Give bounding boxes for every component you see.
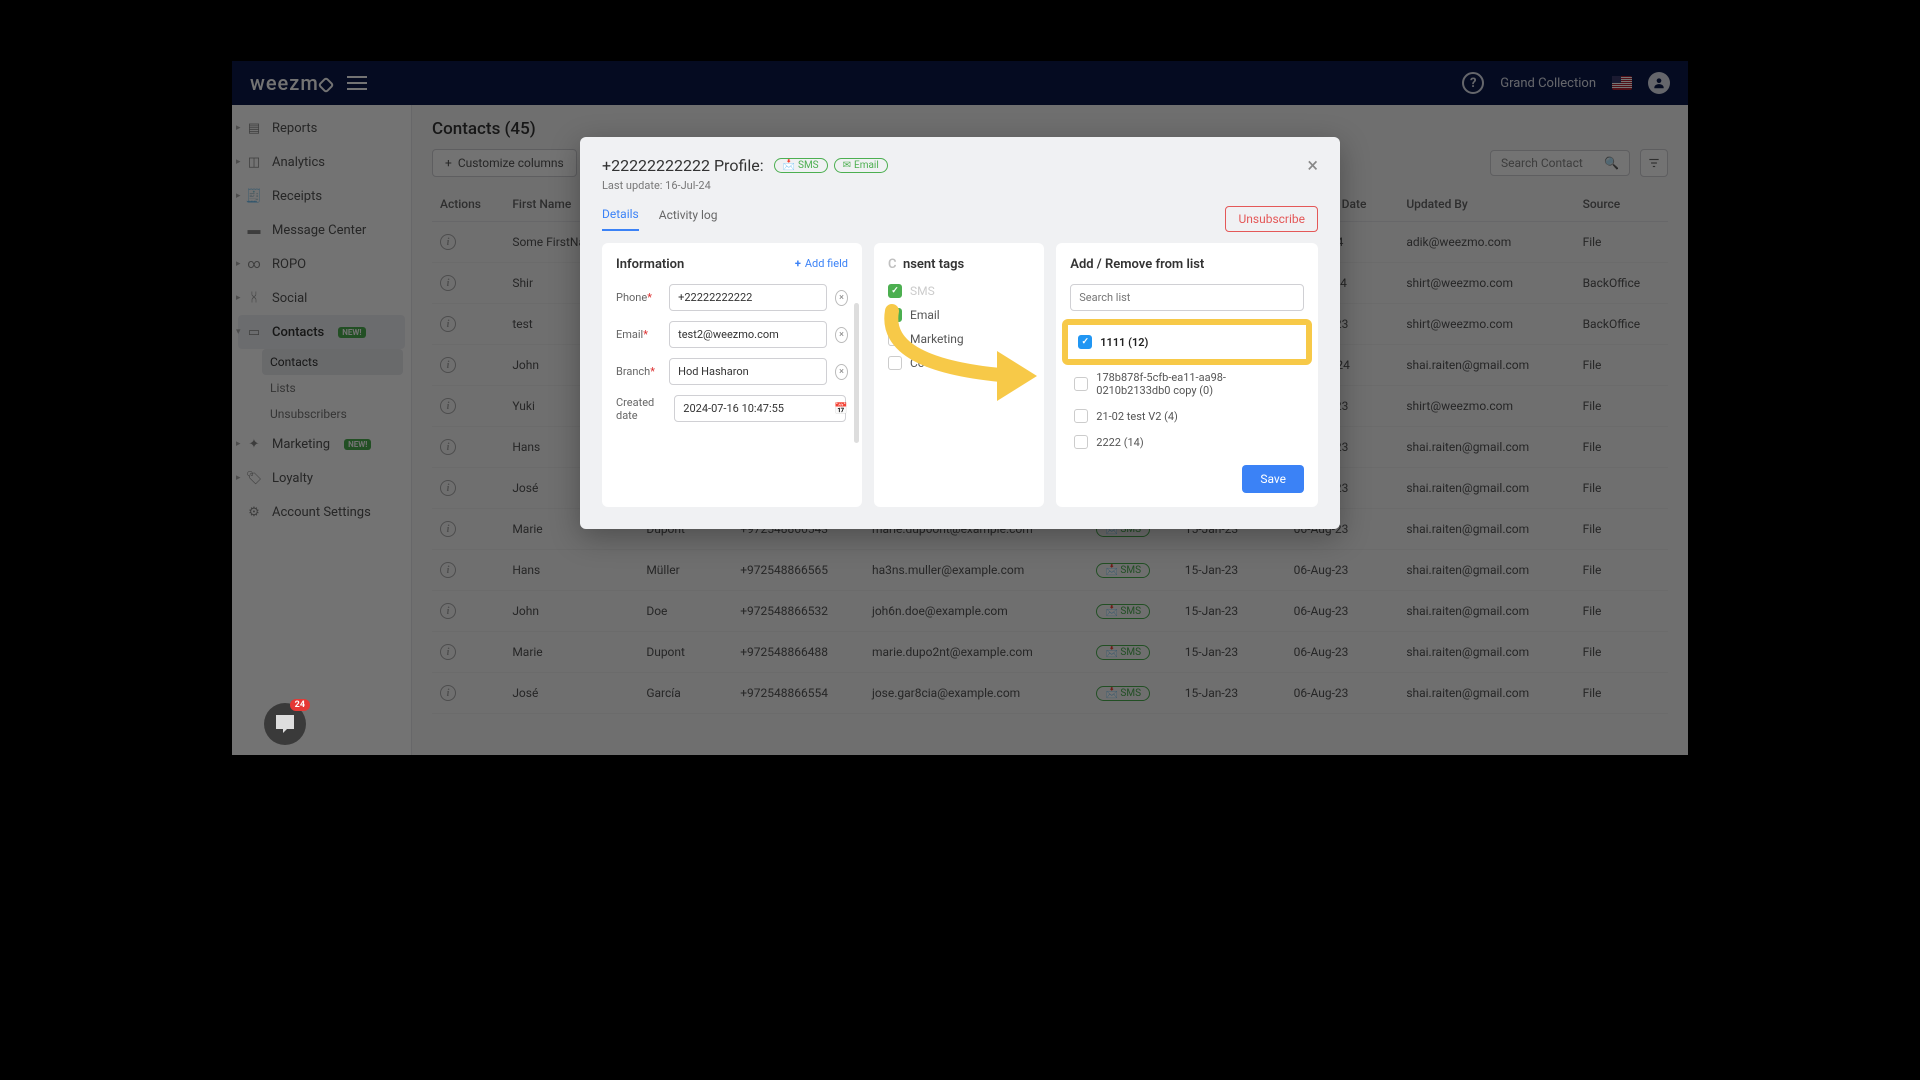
- unsubscribe-button[interactable]: Unsubscribe: [1225, 206, 1318, 232]
- clear-email-icon[interactable]: ×: [835, 327, 848, 343]
- scrollbar[interactable]: [854, 303, 859, 443]
- modal-title: +22222222222 Profile:: [602, 156, 764, 175]
- tab-activity-log[interactable]: Activity log: [659, 208, 718, 230]
- list-item[interactable]: 178b878f-5cfb-ea11-aa98-0210b2133db0 cop…: [1070, 365, 1304, 403]
- tab-details[interactable]: Details: [602, 207, 639, 231]
- notification-count-badge: 24: [290, 699, 310, 711]
- modal-last-update: Last update: 16-Jul-24: [602, 179, 1318, 192]
- close-icon[interactable]: ×: [1307, 155, 1318, 175]
- clear-phone-icon[interactable]: ×: [835, 290, 848, 306]
- search-list-input[interactable]: [1070, 284, 1304, 311]
- consent-sms[interactable]: SMS: [888, 284, 1030, 298]
- save-button[interactable]: Save: [1242, 465, 1304, 493]
- created-date-field[interactable]: [674, 395, 846, 422]
- email-field[interactable]: [669, 321, 827, 348]
- consent-marketing[interactable]: Marketing: [888, 332, 1030, 346]
- information-card: Information +Add field Phone* × Email* ×…: [602, 243, 862, 507]
- sms-badge: 📩 SMS: [774, 158, 828, 173]
- phone-field[interactable]: [669, 284, 827, 311]
- lists-card: Add / Remove from list 1111 (12) 178b878…: [1056, 243, 1318, 507]
- consent-cookie[interactable]: Cookie: [888, 356, 1030, 370]
- notification-bubble[interactable]: 24: [264, 703, 306, 745]
- add-field-button[interactable]: +Add field: [795, 257, 848, 270]
- profile-modal: +22222222222 Profile: 📩 SMS ✉ Email × La…: [580, 137, 1340, 529]
- branch-field[interactable]: [669, 358, 827, 385]
- consent-card: C nsent tags SMS Email Marketing Cookie: [874, 243, 1044, 507]
- list-item[interactable]: 21-02 test V2 (4): [1070, 403, 1304, 429]
- clear-branch-icon[interactable]: ×: [835, 364, 848, 380]
- email-badge: ✉ Email: [834, 158, 888, 173]
- consent-email[interactable]: Email: [888, 308, 1030, 322]
- list-item[interactable]: 2222 (14): [1070, 429, 1304, 455]
- list-item-highlighted[interactable]: 1111 (12): [1064, 321, 1310, 363]
